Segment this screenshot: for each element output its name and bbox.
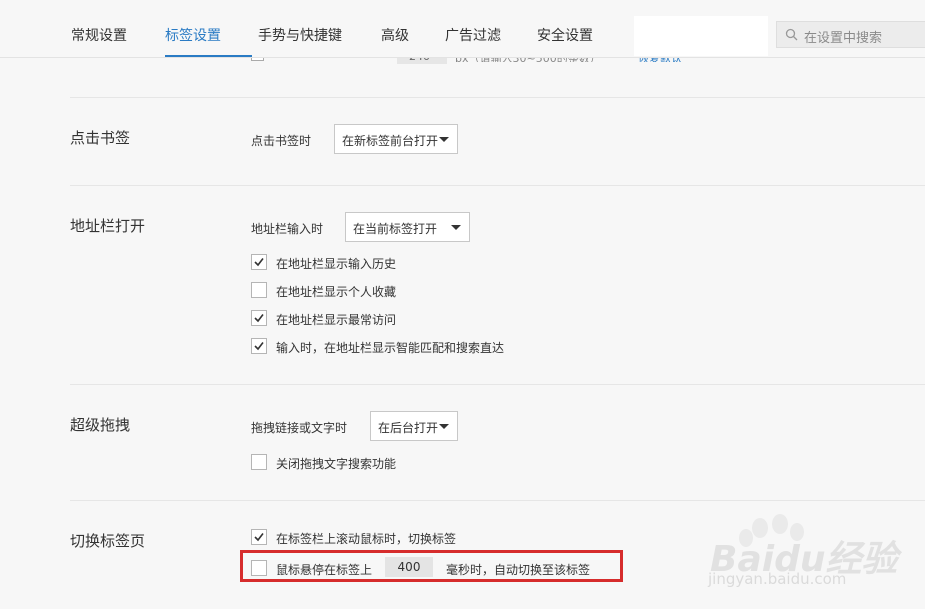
section-divider xyxy=(70,185,925,186)
addressbar-input-label: 地址栏输入时 xyxy=(251,222,324,236)
blank-area xyxy=(634,16,768,56)
chevron-down-icon xyxy=(439,424,449,429)
check-icon xyxy=(254,258,264,267)
red-highlight-box xyxy=(240,550,623,582)
show-most-visited-checkbox[interactable] xyxy=(251,310,267,326)
section-title-switch-tab: 切换标签页 xyxy=(70,532,146,550)
addressbar-open-select[interactable]: 在当前标签打开 xyxy=(345,212,470,242)
active-tab-indicator xyxy=(165,55,252,57)
search-icon xyxy=(785,28,798,41)
disable-drag-search-checkbox[interactable] xyxy=(251,454,267,470)
chevron-down-icon xyxy=(439,137,449,142)
drag-label: 拖拽链接或文字时 xyxy=(251,421,348,435)
search-placeholder: 在设置中搜索 xyxy=(804,31,883,46)
show-favorites-label: 在地址栏显示个人收藏 xyxy=(276,285,397,299)
tab-general[interactable]: 常规设置 xyxy=(71,25,127,45)
show-input-history-label: 在地址栏显示输入历史 xyxy=(276,257,397,271)
tab-ad-filter[interactable]: 广告过滤 xyxy=(445,25,501,45)
check-icon xyxy=(254,342,264,351)
section-divider xyxy=(70,500,925,501)
scroll-switch-tab-checkbox[interactable] xyxy=(251,529,267,545)
tab-advanced[interactable]: 高级 xyxy=(381,25,409,45)
section-title-bookmark: 点击书签 xyxy=(70,129,131,147)
smart-match-label: 输入时，在地址栏显示智能匹配和搜索直达 xyxy=(276,341,505,355)
drag-open-select[interactable]: 在后台打开 xyxy=(370,411,458,441)
tab-gestures-shortcuts[interactable]: 手势与快捷键 xyxy=(258,25,342,45)
search-input[interactable]: 在设置中搜索 xyxy=(776,21,925,48)
bookmark-click-label: 点击书签时 xyxy=(251,134,312,148)
section-title-addressbar: 地址栏打开 xyxy=(70,217,146,235)
settings-nav-bar: 常规设置 标签设置 手势与快捷键 高级 广告过滤 安全设置 在设置中搜索 xyxy=(0,0,925,58)
tab-tab-settings[interactable]: 标签设置 xyxy=(165,25,221,45)
scroll-switch-tab-label: 在标签栏上滚动鼠标时，切换标签 xyxy=(276,532,457,546)
smart-match-checkbox[interactable] xyxy=(251,338,267,354)
bookmark-open-select-value: 在新标签前台打开 xyxy=(342,134,439,148)
disable-drag-search-label: 关闭拖拽文字搜索功能 xyxy=(276,457,397,471)
watermark-url: jingyan.baidu.com xyxy=(708,570,847,588)
bookmark-open-select[interactable]: 在新标签前台打开 xyxy=(334,124,458,154)
chevron-down-icon xyxy=(451,225,461,230)
section-title-drag: 超级拖拽 xyxy=(70,416,131,434)
check-icon xyxy=(254,314,264,323)
section-divider xyxy=(70,97,925,98)
show-input-history-checkbox[interactable] xyxy=(251,254,267,270)
addressbar-open-select-value: 在当前标签打开 xyxy=(353,222,438,236)
section-divider xyxy=(70,384,925,385)
show-most-visited-label: 在地址栏显示最常访问 xyxy=(276,313,397,327)
tab-security[interactable]: 安全设置 xyxy=(537,25,593,45)
show-favorites-checkbox[interactable] xyxy=(251,282,267,298)
check-icon xyxy=(254,533,264,542)
drag-open-select-value: 在后台打开 xyxy=(378,421,439,435)
